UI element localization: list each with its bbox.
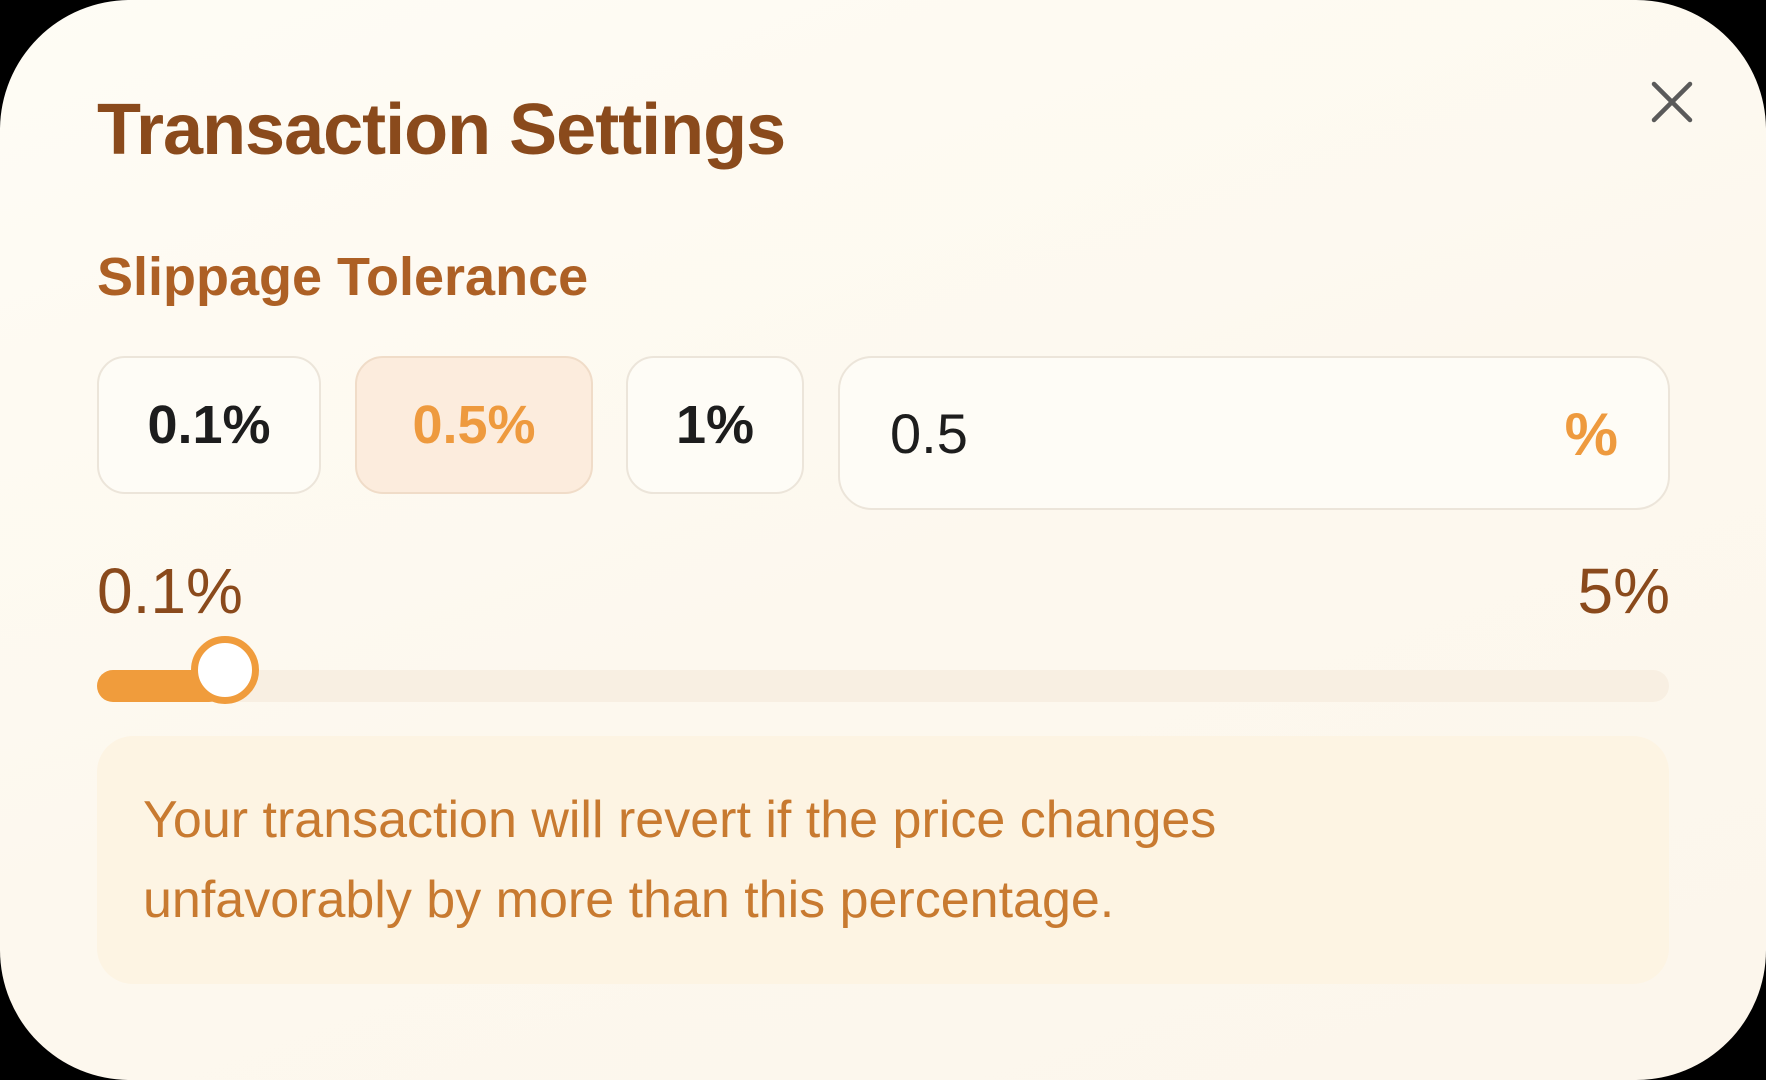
close-icon bbox=[1651, 81, 1693, 123]
preset-0-1-percent-button[interactable]: 0.1% bbox=[97, 356, 321, 494]
custom-slippage-input[interactable] bbox=[890, 358, 1530, 508]
close-button[interactable] bbox=[1640, 70, 1704, 134]
percent-suffix: % bbox=[1564, 401, 1618, 468]
slider-thumb[interactable] bbox=[191, 636, 260, 704]
slippage-info-box: Your transaction will revert if the pric… bbox=[97, 736, 1669, 984]
custom-slippage-field: % bbox=[838, 356, 1670, 510]
preset-0-5-percent-button[interactable]: 0.5% bbox=[355, 356, 593, 494]
slider-min-label: 0.1% bbox=[97, 555, 243, 627]
slippage-info-text: Your transaction will revert if the pric… bbox=[143, 791, 1217, 929]
slippage-slider[interactable] bbox=[97, 636, 1669, 704]
preset-1-percent-button[interactable]: 1% bbox=[626, 356, 804, 494]
dialog-title: Transaction Settings bbox=[97, 90, 786, 170]
slider-max-label: 5% bbox=[1577, 555, 1671, 627]
transaction-settings-dialog: Transaction Settings Slippage Tolerance … bbox=[0, 0, 1766, 1080]
slippage-tolerance-label: Slippage Tolerance bbox=[97, 247, 589, 307]
